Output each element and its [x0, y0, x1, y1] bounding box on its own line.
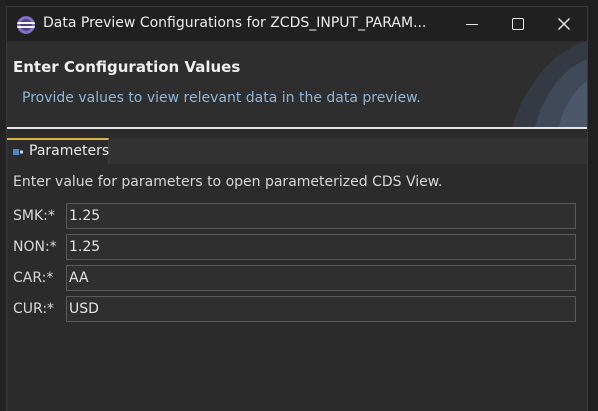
instruction-text: Enter value for parameters to open param…: [13, 174, 443, 190]
title-bar[interactable]: Data Preview Configurations for ZCDS_INP…: [7, 7, 587, 41]
tab-parameters[interactable]: Parameters: [7, 138, 109, 164]
banner-graphic-icon: [512, 41, 587, 127]
maximize-button[interactable]: [495, 7, 541, 41]
car-label: CAR:*: [13, 270, 54, 286]
maximize-icon: [512, 18, 524, 30]
cur-label: CUR:*: [13, 301, 55, 317]
non-input[interactable]: [66, 234, 576, 260]
parameters-icon: [13, 149, 23, 155]
parameters-panel: Enter value for parameters to open param…: [7, 164, 587, 411]
dialog-header: Enter Configuration Values Provide value…: [7, 41, 587, 127]
car-input[interactable]: [66, 265, 576, 291]
header-message: Provide values to view relevant data in …: [22, 90, 421, 106]
header-separator: [7, 127, 587, 129]
tab-strip: Parameters: [7, 138, 587, 164]
header-title: Enter Configuration Values: [13, 58, 241, 76]
tab-label: Parameters: [29, 143, 110, 159]
minimize-icon: [466, 23, 478, 25]
smk-label: SMK:*: [13, 208, 55, 224]
close-button[interactable]: [541, 7, 587, 41]
close-icon: [558, 18, 570, 30]
cur-input[interactable]: [66, 296, 576, 322]
window-title: Data Preview Configurations for ZCDS_INP…: [43, 15, 427, 31]
eclipse-app-icon: [17, 16, 35, 34]
smk-input[interactable]: [66, 203, 576, 229]
minimize-button[interactable]: [449, 7, 495, 41]
non-label: NON:*: [13, 239, 57, 255]
data-preview-config-dialog: Data Preview Configurations for ZCDS_INP…: [6, 6, 588, 411]
